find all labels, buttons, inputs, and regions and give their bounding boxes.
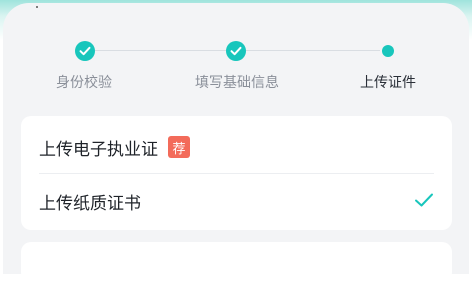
screen-frame: 身份校验 填写基础信息 上传证件 上传电子执业证 荐 上传纸质证书: [0, 0, 472, 282]
option-label: 上传电子执业证: [39, 139, 158, 160]
step-1-label: 身份校验: [56, 75, 112, 91]
recommended-badge: 荐: [168, 136, 190, 158]
progress-stepper: 身份校验 填写基础信息 上传证件: [0, 0, 472, 110]
step-2-label: 填写基础信息: [195, 75, 279, 91]
next-card: [21, 242, 452, 282]
upload-method-card: 上传电子执业证 荐 上传纸质证书: [21, 116, 452, 230]
option-label: 上传纸质证书: [39, 193, 141, 214]
selected-check-icon: [415, 193, 433, 207]
step-1-check-icon: [75, 41, 95, 61]
step-connector: [246, 50, 380, 51]
step-connector: [95, 50, 226, 51]
option-electronic-license[interactable]: 上传电子执业证 荐: [39, 119, 434, 175]
step-2-check-icon: [226, 41, 246, 61]
step-3-current-dot-icon: [382, 45, 394, 57]
option-paper-certificate[interactable]: 上传纸质证书: [39, 173, 434, 229]
step-3-label: 上传证件: [360, 75, 416, 91]
